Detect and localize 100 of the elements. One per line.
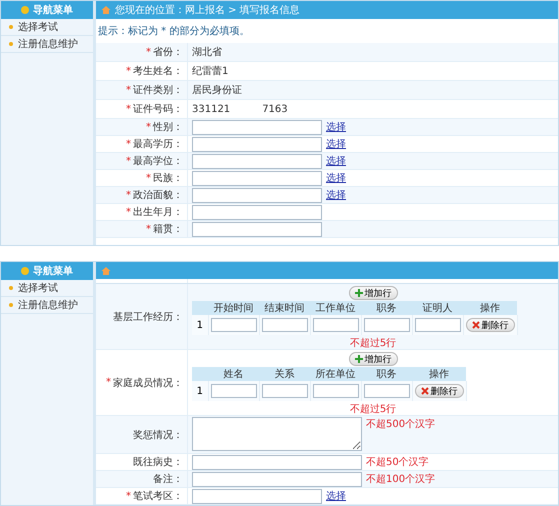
delete-row-button[interactable]: 删除行 (414, 384, 464, 398)
label-text: 证件号码： (133, 103, 183, 116)
add-row-button[interactable]: 增加行 (348, 286, 398, 300)
input-field[interactable] (192, 204, 322, 220)
select-link[interactable]: 选择 (326, 137, 346, 151)
select-link[interactable]: 选择 (326, 489, 346, 503)
bullet-icon (9, 42, 13, 46)
select-link[interactable]: 选择 (326, 120, 346, 134)
column-header: 操作 (412, 367, 466, 382)
input-field[interactable] (192, 188, 322, 202)
required-mark: * (126, 156, 131, 166)
table-input[interactable] (364, 318, 410, 332)
limit-note: 不超500个汉字 (366, 418, 436, 431)
plus-icon (354, 355, 362, 364)
limit-note: 不超过5行 (350, 336, 396, 350)
required-mark: * (146, 224, 151, 234)
column-header: 结束时间 (259, 301, 310, 316)
label-text: 籍贯： (153, 223, 183, 236)
text-area[interactable] (192, 417, 362, 451)
input-field[interactable] (192, 120, 322, 134)
limit-note: 不超50个汉字 (366, 456, 429, 469)
field-value: 居民身份证 (192, 84, 242, 97)
label-text: 备注： (153, 472, 183, 486)
input-field[interactable] (192, 136, 322, 152)
table-input[interactable] (364, 384, 410, 398)
dot-icon (21, 267, 29, 275)
required-mark: * (126, 138, 131, 150)
required-mark: * (126, 84, 131, 96)
label-text: 民族： (153, 172, 183, 185)
table-input[interactable] (262, 384, 308, 398)
required-mark: * (126, 490, 131, 502)
sidebar-item[interactable]: 注册信息维护 (1, 36, 93, 53)
input-field[interactable] (192, 222, 322, 236)
bullet-icon (9, 303, 13, 307)
column-header: 所在单位 (310, 367, 361, 382)
label-text: 证件类别： (133, 84, 183, 97)
house-icon (101, 266, 111, 276)
input-field[interactable] (192, 488, 322, 504)
sidebar-item[interactable]: 注册信息维护 (1, 297, 93, 314)
label-text: 笔试考区： (133, 490, 183, 503)
table-input[interactable] (262, 318, 308, 332)
close-icon (420, 387, 428, 396)
required-mark: * (146, 122, 151, 132)
sidebar-item[interactable]: 选择考试 (1, 280, 93, 297)
label-text: 基层工作经历： (113, 310, 183, 324)
required-mark: * (146, 46, 151, 58)
add-row-button[interactable]: 增加行 (348, 352, 398, 366)
table-input[interactable] (210, 318, 256, 332)
label-text: 最高学位： (133, 154, 183, 168)
column-header: 证明人 (412, 301, 463, 316)
input-field[interactable] (192, 472, 362, 486)
close-icon (472, 321, 480, 330)
column-header: 工作单位 (310, 301, 361, 316)
limit-note: 不超过5行 (350, 402, 396, 416)
label-text: 奖惩情况： (133, 428, 183, 442)
label-text: 考生姓名： (133, 64, 183, 78)
table-input[interactable] (210, 384, 256, 398)
column-header: 开始时间 (208, 301, 259, 316)
sidebar-title: 导航菜单 (33, 3, 73, 17)
column-header: 关系 (259, 367, 310, 382)
label-text: 既往病史： (133, 456, 183, 469)
label-text: 政治面貌： (133, 189, 183, 202)
required-mark: * (126, 104, 131, 114)
input-field[interactable] (192, 154, 322, 168)
select-link[interactable]: 选择 (326, 171, 346, 185)
row-number: 1 (192, 315, 208, 336)
limit-note: 不超100个汉字 (366, 472, 436, 486)
table-input[interactable] (312, 384, 358, 398)
select-link[interactable]: 选择 (326, 154, 346, 168)
input-field[interactable] (192, 454, 362, 470)
table-input[interactable] (414, 318, 460, 332)
sidebar-title: 导航菜单 (33, 264, 73, 278)
required-mark: * (146, 172, 151, 184)
sidebar-item[interactable]: 选择考试 (1, 19, 93, 36)
table-input[interactable] (312, 318, 358, 332)
label-text: 最高学历： (133, 138, 183, 151)
bullet-icon (9, 25, 13, 29)
row-number: 1 (192, 381, 208, 402)
required-mark: * (126, 66, 131, 76)
breadcrumb: 您现在的位置：网上报名 > 填写报名信息 (115, 4, 300, 17)
label-text: 出生年月： (133, 206, 183, 219)
field-value: 7163 (262, 104, 288, 114)
required-mark: * (126, 206, 131, 218)
plus-icon (354, 289, 362, 298)
column-header: 操作 (463, 301, 517, 316)
required-mark: * (126, 190, 131, 200)
label-text: 性别： (153, 120, 183, 134)
bullet-icon (9, 286, 13, 290)
field-value: 331121 (192, 104, 230, 114)
select-link[interactable]: 选择 (326, 188, 346, 202)
hint-text: 提示：标记为 * 的部分为必填项。 (97, 24, 250, 39)
input-field[interactable] (192, 170, 322, 186)
label-text: 省份： (153, 46, 183, 59)
column-header: 职务 (361, 301, 412, 316)
field-value: 纪雷蕾1 (192, 64, 228, 78)
house-icon (101, 5, 111, 15)
field-value: 湖北省 (192, 46, 222, 59)
dot-icon (21, 6, 29, 14)
column-header: 姓名 (208, 367, 259, 382)
delete-row-button[interactable]: 删除行 (466, 318, 514, 332)
